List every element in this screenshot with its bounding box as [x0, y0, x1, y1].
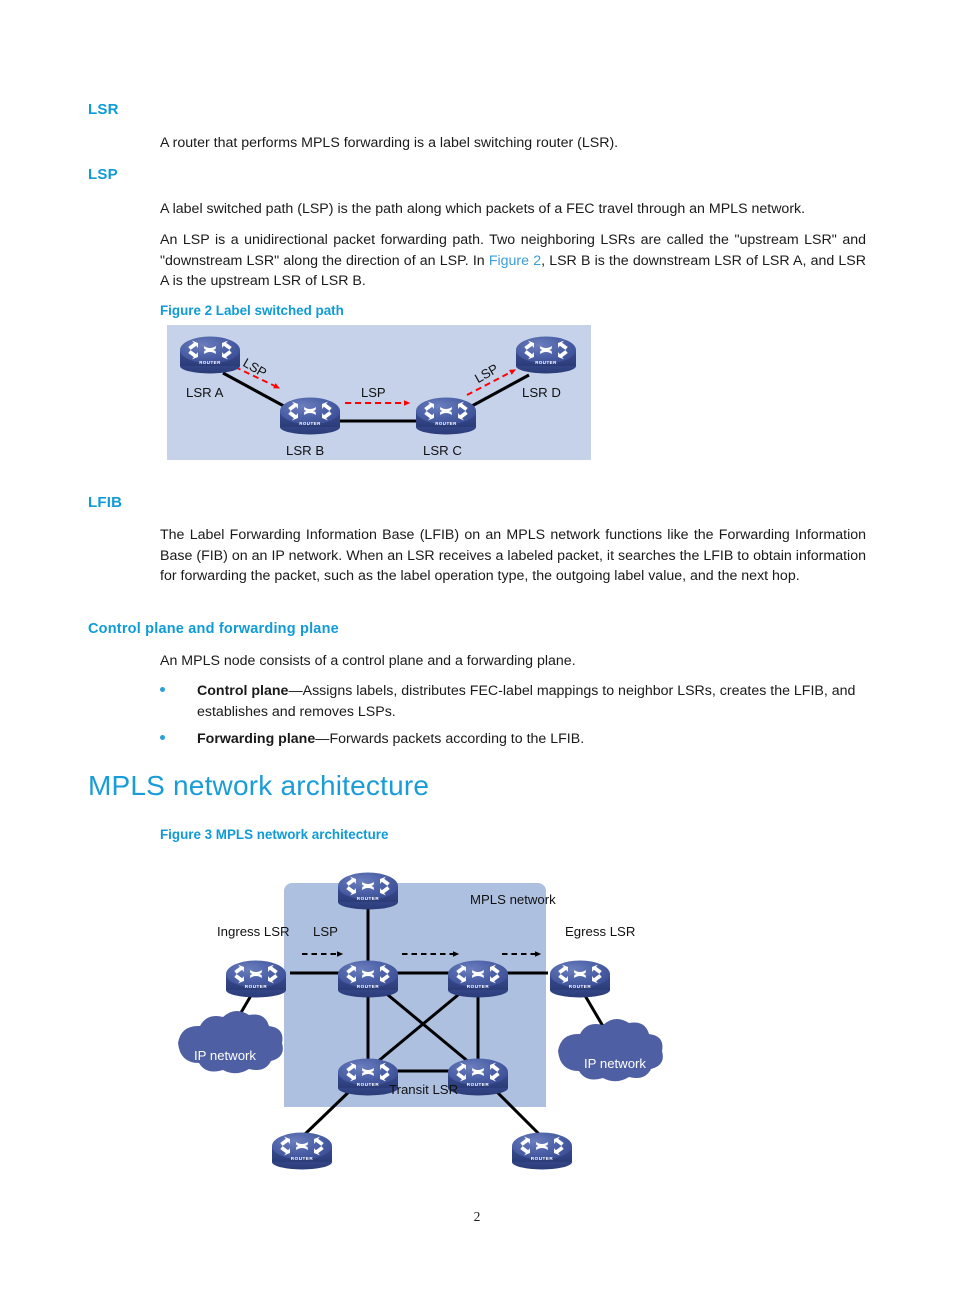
router-node-lsr-b: ROUTER: [280, 397, 340, 435]
router-node-top: [338, 873, 398, 910]
router-node-egress: [550, 961, 610, 998]
figure2: ROUTER ROUTER ROUTER ROUTER LSR A LSR B …: [167, 325, 591, 460]
document-page: LSR A router that performs MPLS forwardi…: [0, 0, 954, 1296]
heading-lsp: LSP: [88, 166, 118, 183]
svg-text:ROUTER: ROUTER: [199, 360, 221, 365]
figure3-label-lsp: LSP: [313, 924, 338, 939]
paragraph-lsr: A router that performs MPLS forwarding i…: [160, 135, 619, 151]
bullet-dot-icon: [160, 687, 165, 692]
router-node-ingress: [226, 961, 286, 998]
figure2-lsp-label-bc: LSP: [361, 385, 386, 400]
figure2-label-lsr-b: LSR B: [286, 443, 325, 458]
figure2-label-lsr-d: LSR D: [522, 385, 561, 400]
figure3-label-transit-lsr: Transit LSR: [389, 1082, 459, 1097]
paragraph-lfib: The Label Forwarding Information Base (L…: [160, 527, 866, 584]
figure3-label-mpls-network: MPLS network: [470, 892, 556, 907]
figure2-crossref-link[interactable]: Figure 2: [489, 253, 541, 269]
figure2-label-lsr-a: LSR A: [186, 385, 224, 400]
router-node-lsr-a: ROUTER: [180, 336, 240, 374]
router-node-core-right: [448, 961, 508, 998]
router-node-lsr-c: ROUTER: [416, 397, 476, 435]
heading-control-plane: Control plane and forwarding plane: [88, 621, 339, 637]
cloud-ip-network-right: [558, 1018, 663, 1082]
bullet-control-plane-term: Control plane: [197, 683, 289, 699]
page-title: MPLS network architecture: [88, 770, 430, 801]
bullet-forwarding-plane-desc: —Forwards packets according to the LFIB.: [315, 731, 585, 747]
svg-text:ROUTER: ROUTER: [435, 421, 457, 426]
heading-lfib: LFIB: [88, 494, 123, 511]
figure3-label-egress-lsr: Egress LSR: [565, 924, 636, 939]
figure3-caption: Figure 3 MPLS network architecture: [160, 827, 389, 842]
bullet-forwarding-plane-text: Forwarding plane—Forwards packets accord…: [197, 729, 866, 750]
router-node-bottom-left: [272, 1133, 332, 1170]
figure3-topology: ROUTER: [178, 855, 663, 1175]
router-node-core-left: [338, 961, 398, 998]
paragraph-lsp-1: A label switched path (LSP) is the path …: [160, 201, 806, 217]
figure3-cloud-left-label: IP network: [194, 1048, 256, 1063]
cloud-ip-network-left: [178, 1010, 283, 1074]
figure3-label-ingress-lsr: Ingress LSR: [217, 924, 290, 939]
figure2-label-lsr-c: LSR C: [423, 443, 462, 458]
bullet-item-control-plane: Control plane—Assigns labels, distribute…: [160, 681, 866, 722]
figure2-caption: Figure 2 Label switched path: [160, 303, 344, 318]
figure3: ROUTER: [150, 855, 690, 1175]
paragraph-control-plane: An MPLS node consists of a control plane…: [160, 653, 576, 669]
paragraph-lsp-2: An LSP is a unidirectional packet forwar…: [160, 230, 866, 292]
router-node-lsr-d: ROUTER: [516, 336, 576, 374]
router-node-bottom-right: [512, 1133, 572, 1170]
bullet-control-plane-desc: —Assigns labels, distributes FEC-label m…: [197, 683, 856, 720]
bullet-item-forwarding-plane: Forwarding plane—Forwards packets accord…: [160, 729, 866, 750]
figure3-cloud-right-label: IP network: [584, 1056, 646, 1071]
svg-text:ROUTER: ROUTER: [299, 421, 321, 426]
bullet-forwarding-plane-term: Forwarding plane: [197, 731, 316, 747]
bullet-control-plane-text: Control plane—Assigns labels, distribute…: [197, 681, 866, 722]
page-number: 2: [473, 1209, 481, 1224]
heading-lsr: LSR: [88, 101, 119, 118]
bullet-dot-icon: [160, 735, 165, 740]
svg-text:ROUTER: ROUTER: [535, 360, 557, 365]
